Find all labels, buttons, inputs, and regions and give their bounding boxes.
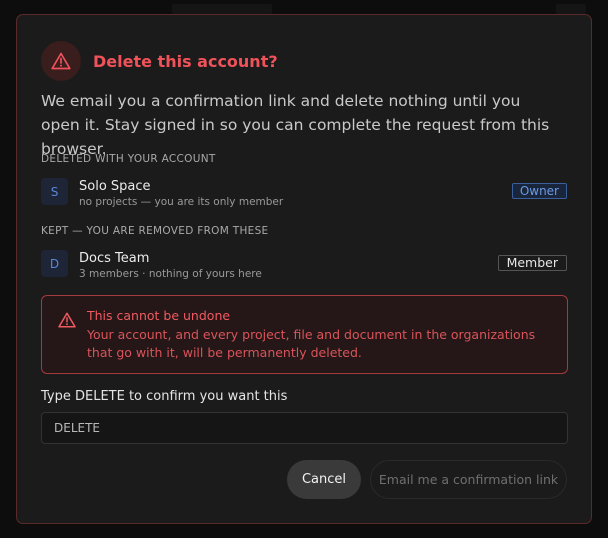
alert-body: Your account, and every project, file an… [87,327,536,360]
dialog-header: Delete this account? [41,41,278,81]
confirm-label: Type DELETE to confirm you want this [41,389,288,404]
background-content [172,4,272,14]
alert-title: This cannot be undone [87,308,231,323]
org-row-docs-team: D Docs Team 3 members · nothing of yours… [41,250,567,280]
background-content [556,4,586,14]
warning-icon [58,312,76,332]
org-row-solo-space: S Solo Space no projects — you are its o… [41,178,567,208]
delete-account-dialog: Delete this account? We email you a conf… [16,14,592,524]
org-name: Docs Team [79,251,150,266]
dialog-description: We email you a confirmation link and del… [41,92,550,158]
org-meta: no projects — you are its only member [79,196,284,208]
role-badge-member: Member [497,255,567,271]
dialog-title: Delete this account? [93,51,278,71]
cancel-button[interactable]: Cancel [287,460,361,499]
org-name: Solo Space [79,179,151,194]
org-avatar: S [41,178,68,205]
role-badge-owner: Owner [511,183,567,199]
warning-icon [41,41,81,81]
org-avatar: D [41,250,68,277]
email-confirmation-button[interactable]: Email me a confirmation link [370,460,567,499]
kept-section-label: KEPT — YOU ARE REMOVED FROM THESE [41,225,269,237]
org-meta: 3 members · nothing of yours here [79,268,262,280]
danger-alert: This cannot be undone Your account, and … [41,295,568,374]
confirm-input[interactable] [41,412,568,444]
deleted-section-label: DELETED WITH YOUR ACCOUNT [41,153,216,165]
